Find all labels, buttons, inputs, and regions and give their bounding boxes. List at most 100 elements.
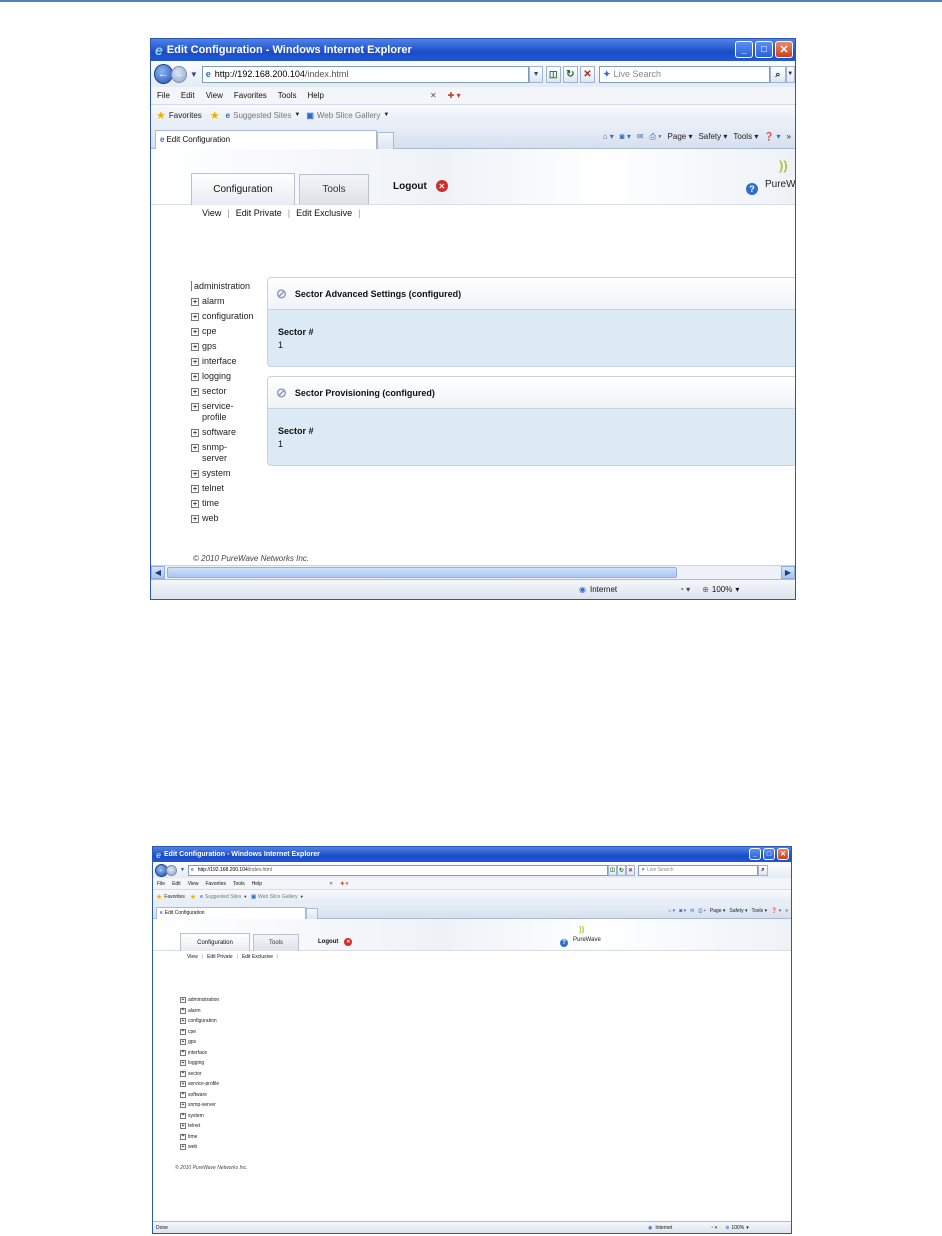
tree-item-snmp-server[interactable]: + snmp-server: [180, 1100, 219, 1111]
tab-configuration[interactable]: Configuration: [180, 933, 250, 951]
tree-item-snmp-server[interactable]: + snmp-server: [191, 442, 254, 464]
feeds-icon[interactable]: ◙ ▾: [620, 132, 631, 141]
address-dropdown-button[interactable]: ▼: [529, 65, 543, 83]
tree-item-interface[interactable]: + interface: [180, 1048, 219, 1059]
tree-item-time[interactable]: + time: [191, 498, 254, 509]
maximize-button[interactable]: □: [763, 848, 775, 860]
expand-plus-icon[interactable]: +: [180, 1060, 186, 1066]
add-favorite-icon[interactable]: ★: [210, 109, 220, 122]
print-icon[interactable]: ⎙ ▾: [698, 908, 706, 914]
expand-plus-icon[interactable]: +: [180, 1018, 186, 1024]
scroll-right-arrow-icon[interactable]: ▶: [781, 566, 795, 579]
new-tab-button[interactable]: [377, 131, 394, 149]
web-slice-dropdown-icon[interactable]: ▼: [383, 112, 389, 118]
help-icon[interactable]: ❓ ▾: [771, 908, 781, 914]
scroll-thumb[interactable]: [167, 567, 677, 578]
web-slice-gallery-link[interactable]: Web Slice Gallery: [258, 894, 298, 900]
home-icon[interactable]: ⌂ ▾: [603, 132, 614, 141]
forward-button[interactable]: →: [170, 65, 187, 83]
mail-icon[interactable]: ✉: [690, 908, 694, 914]
menu-tools[interactable]: Tools: [233, 881, 245, 887]
tab-tools[interactable]: Tools: [253, 934, 299, 951]
expand-plus-icon[interactable]: +: [191, 373, 199, 381]
tree-item-alarm[interactable]: + alarm: [191, 296, 254, 307]
chevron-right-icon[interactable]: »: [787, 132, 791, 141]
tree-item-cpe[interactable]: + cpe: [180, 1027, 219, 1038]
browser-tab[interactable]: e Edit Configuration: [156, 906, 306, 919]
minimize-button[interactable]: _: [749, 848, 761, 860]
expand-plus-icon[interactable]: +: [180, 1081, 186, 1087]
tree-item-administration[interactable]: + administration: [180, 995, 219, 1006]
logout-button[interactable]: Logout ✕: [393, 180, 448, 192]
expand-plus-icon[interactable]: +: [180, 1112, 186, 1119]
expand-plus-icon[interactable]: +: [191, 515, 199, 523]
tools-menu[interactable]: Tools ▾: [733, 132, 758, 141]
subnav-edit-private[interactable]: Edit Private: [207, 954, 233, 960]
menu-favorites[interactable]: Favorites: [205, 881, 226, 887]
tree-item-gps[interactable]: + gps: [180, 1037, 219, 1048]
tree-item-configuration[interactable]: + configuration: [180, 1016, 219, 1027]
expand-plus-icon[interactable]: +: [180, 1028, 186, 1035]
menu-file[interactable]: File: [157, 881, 165, 887]
expand-plus-icon[interactable]: +: [180, 1049, 186, 1056]
expand-plus-icon[interactable]: +: [191, 444, 199, 452]
favorites-button[interactable]: Favorites: [169, 111, 202, 120]
tree-item-system[interactable]: + system: [191, 468, 254, 479]
tree-item-telnet[interactable]: + telnet: [180, 1121, 219, 1132]
search-button[interactable]: ⌕: [770, 65, 786, 83]
subnav-view[interactable]: View: [187, 954, 198, 960]
expand-plus-icon[interactable]: +: [191, 429, 199, 437]
tree-item-cpe[interactable]: + cpe: [191, 326, 254, 337]
tree-item-interface[interactable]: + interface: [191, 356, 254, 367]
expand-plus-icon[interactable]: +: [180, 997, 186, 1003]
web-slice-dropdown-icon[interactable]: ▼: [300, 894, 304, 899]
tab-configuration[interactable]: Configuration: [191, 173, 295, 205]
tree-item-telnet[interactable]: + telnet: [191, 483, 254, 494]
stop-icon[interactable]: ✕: [625, 864, 635, 876]
close-toolbar-icon[interactable]: ✕: [329, 881, 333, 887]
home-icon[interactable]: ⌂ ▾: [668, 908, 675, 914]
logout-button[interactable]: Logout ✕: [318, 938, 353, 946]
tree-item-software[interactable]: + software: [191, 427, 254, 438]
expand-plus-icon[interactable]: +: [191, 388, 199, 396]
nav-dropdown-icon[interactable]: ▼: [180, 867, 185, 873]
menu-view[interactable]: View: [206, 91, 223, 100]
menu-file[interactable]: File: [157, 91, 170, 100]
expand-plus-icon[interactable]: +: [180, 1070, 186, 1077]
page-menu[interactable]: Page ▾: [710, 908, 726, 914]
minimize-button[interactable]: _: [735, 41, 753, 58]
address-bar[interactable]: e http://192.168.200.104 /index.html: [201, 65, 530, 83]
tree-item-software[interactable]: + software: [180, 1090, 219, 1101]
expand-plus-icon[interactable]: +: [191, 358, 199, 366]
expand-plus-icon[interactable]: +: [191, 470, 199, 478]
search-button[interactable]: ⌕: [757, 864, 768, 876]
expand-plus-icon[interactable]: +: [191, 485, 199, 493]
nav-dropdown-icon[interactable]: ▼: [190, 70, 198, 79]
compatibility-icon[interactable]: ◫: [607, 864, 617, 876]
close-button[interactable]: ✕: [775, 41, 793, 58]
close-button[interactable]: ✕: [777, 848, 789, 860]
tree-item-time[interactable]: + time: [180, 1132, 219, 1143]
zoom-control[interactable]: ⊕ 100% ▾: [702, 585, 739, 594]
address-bar[interactable]: e http://192.168.200.104 /index.html: [187, 864, 608, 876]
tree-item-system[interactable]: + system: [180, 1111, 219, 1122]
menu-help[interactable]: Help: [307, 91, 323, 100]
browser-tab[interactable]: e Edit Configuration: [155, 129, 377, 149]
tree-item-service-profile[interactable]: + service-profile: [191, 401, 254, 423]
menu-help[interactable]: Help: [252, 881, 262, 887]
zoom-control[interactable]: ⊕ 100% ▾: [725, 1225, 749, 1231]
expand-plus-icon[interactable]: +: [180, 1144, 186, 1150]
subnav-edit-exclusive[interactable]: Edit Exclusive: [296, 208, 352, 218]
expand-plus-icon[interactable]: +: [191, 298, 199, 306]
forward-button[interactable]: →: [166, 864, 177, 876]
protected-mode-icon[interactable]: ◔ ▾: [710, 1225, 717, 1231]
stop-icon[interactable]: ✕: [579, 65, 595, 83]
tree-item-web[interactable]: + web: [191, 513, 254, 524]
addon-icon[interactable]: ✚ ▾: [448, 91, 461, 100]
help-icon[interactable]: ❓ ▾: [764, 132, 780, 141]
chevron-right-icon[interactable]: »: [785, 908, 788, 914]
expand-plus-icon[interactable]: +: [191, 328, 199, 336]
addon-icon[interactable]: ✚ ▾: [340, 881, 348, 887]
subnav-view[interactable]: View: [202, 208, 221, 218]
web-slice-gallery-link[interactable]: Web Slice Gallery: [317, 111, 380, 120]
